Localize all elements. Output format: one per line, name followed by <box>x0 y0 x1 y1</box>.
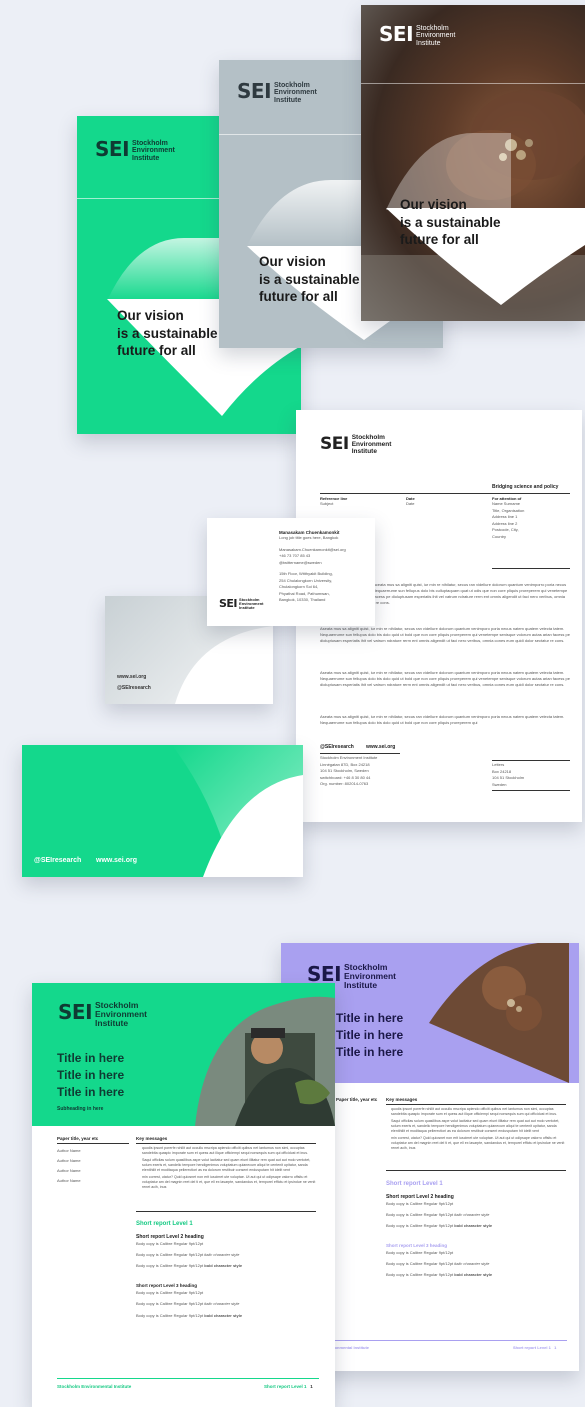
report-green-authors: Author Name Author Name Author Name Auth… <box>57 1148 81 1183</box>
letter-rule-bottom <box>492 790 570 791</box>
report-green-level3: Short report Level 3 heading <box>136 1283 198 1288</box>
brochure-green-logo: SEI Stockholm Environment Institute <box>95 136 175 162</box>
report-green-photo <box>195 996 335 1126</box>
report-purple-level3: Short report Level 3 heading <box>386 1243 448 1248</box>
report-purple-key-list: quodis ipsunt porerfe rchilit aut occull… <box>391 1107 565 1150</box>
report-purple-footer-rule <box>303 1340 567 1341</box>
report-purple-level2: Short report Level 2 heading <box>386 1194 454 1200</box>
report-green-body: Body copy is Calibre Regular 9pt/12pt it… <box>136 1252 240 1257</box>
banner-social: @SEIresearch <box>34 857 82 864</box>
report-green-side-rule <box>57 1143 129 1144</box>
letter-rule-top <box>320 493 570 494</box>
sei-logo-mark: SEI <box>320 433 349 454</box>
report-green-logo: SEI Stockholm Environment Institute <box>58 997 147 1028</box>
report-green-key-heading: Key messages <box>136 1136 168 1141</box>
sei-logo-mark: SEI <box>237 79 272 104</box>
letter-ref-col: Reference line Subject <box>320 496 348 506</box>
report-green-footer-right: Short report Level 1 1 <box>264 1384 313 1389</box>
report-green-body: Body copy is Calibre Regular 9pt/12pt bo… <box>136 1263 243 1268</box>
sei-logo-text: Stockholm Environment Institute <box>132 140 175 162</box>
report-purple-level1: Short report Level 1 <box>386 1181 443 1187</box>
letter-date-col: Date Date <box>406 496 415 506</box>
report-purple-body: Body copy is Calibre Regular 9pt/12pt bo… <box>386 1223 493 1228</box>
letter-postal: Letters Box 24218 104 51 Stockholm Swede… <box>492 762 525 787</box>
report-green-side-heading: Paper title, year etc <box>57 1136 99 1141</box>
report-green-level1: Short report Level 1 <box>136 1221 193 1227</box>
report-purple-body: Body copy is Calibre Regular 9pt/12pt it… <box>386 1212 490 1217</box>
brochure-photo-logo: SEI Stockholm Environment Institute <box>379 21 455 47</box>
report-green: SEI Stockholm Environment Institute Titl… <box>32 983 335 1407</box>
report-green-key-list: quodis ipsunt porerfe rchilit aut occull… <box>142 1146 316 1189</box>
letter-tagline: Bridging science and policy <box>492 484 559 490</box>
letter-footer-social: @SEIresearch <box>320 744 354 750</box>
report-green-level2: Short report Level 2 heading <box>136 1234 204 1240</box>
letter-footer-web: www.sei.org <box>366 744 396 750</box>
sei-logo-text: Stockholm Environment Institute <box>351 434 392 455</box>
letter-logo: SEI Stockholm Environment Institute <box>320 432 391 455</box>
brochure-grey-slogan: Our vision is a sustainable future for a… <box>259 254 360 305</box>
banner-web: www.sei.org <box>96 857 137 864</box>
report-green-key-rule <box>136 1143 316 1144</box>
brochure-grey-logo: SEI Stockholm Environment Institute <box>237 78 317 104</box>
sei-logo-mark: SEI <box>219 596 238 610</box>
letter-rule-footer <box>320 753 400 754</box>
brochure-green-slogan: Our vision is a sustainable future for a… <box>117 308 218 359</box>
card-job-title: Long job title goes here, Bangkok <box>279 535 339 540</box>
report-purple-footer-right: Short report Level 1 1 <box>513 1345 557 1350</box>
report-purple-rule-2 <box>386 1170 566 1171</box>
hands-photo <box>361 90 585 321</box>
card-back-web: www.sei.org <box>117 674 147 680</box>
sei-logo-text: Stockholm Environment Institute <box>344 962 396 990</box>
sei-logo-text: Stockholm Environment Institute <box>274 82 317 104</box>
report-green-footer-left: Stockholm Environmental Institute <box>57 1384 132 1389</box>
social-banner: @SEIresearch www.sei.org <box>22 745 303 877</box>
report-purple-key-heading: Key messages <box>386 1097 418 1102</box>
report-green-header: SEI Stockholm Environment Institute Titl… <box>32 983 335 1126</box>
card-logo: SEI Stockholm Environment Institute <box>219 596 263 611</box>
report-purple-side-heading: Paper title, year etc <box>336 1097 378 1102</box>
report-green-subheading: Subheading in here <box>57 1106 104 1112</box>
sei-logo-text: Stockholm Environment Institute <box>239 597 264 611</box>
letter-paragraph: Aseata mus sa aligniti quist, iur min re… <box>320 714 565 725</box>
letter-paragraph: Aseata mus sa aligniti quist, iur min re… <box>320 626 570 643</box>
card-contact: Manasakam Chuenkamonkit Long job title g… <box>279 530 346 602</box>
report-green-footer-rule <box>57 1378 319 1379</box>
brochure-photo-slogan: Our vision is a sustainable future for a… <box>400 197 501 248</box>
sei-logo-mark: SEI <box>379 22 414 47</box>
letter-attention-col: For attention of Name Surname Title, Org… <box>492 496 525 539</box>
card-back-social: @SEIresearch <box>117 685 151 691</box>
sei-logo-text: Stockholm Environment Institute <box>95 1000 147 1028</box>
letter-paragraph: Aseata mus sa aligniti quist, iur min re… <box>320 670 570 687</box>
letter-rule-greeting <box>492 568 570 569</box>
business-card-front: SEI Stockholm Environment Institute Mana… <box>207 518 375 626</box>
letter-rule-footer-right <box>492 760 570 761</box>
report-purple-rule <box>386 1104 566 1105</box>
brochure-photo-rule <box>361 83 585 84</box>
report-green-key-rule-2 <box>136 1211 316 1212</box>
letter-address: Stockholm Environment Institute Linnégat… <box>320 755 378 786</box>
sei-logo-mark: SEI <box>95 137 130 162</box>
report-purple-photo <box>429 943 569 1083</box>
report-purple-title: Title in here Title in here Title in her… <box>336 1011 404 1059</box>
sei-logo-mark: SEI <box>58 1000 93 1025</box>
brochure-photo: SEI Stockholm Environment Institute Our … <box>361 5 585 321</box>
report-green-title: Title in here Title in here Title in her… <box>57 1051 125 1099</box>
sei-logo-text: Stockholm Environment Institute <box>416 25 456 47</box>
